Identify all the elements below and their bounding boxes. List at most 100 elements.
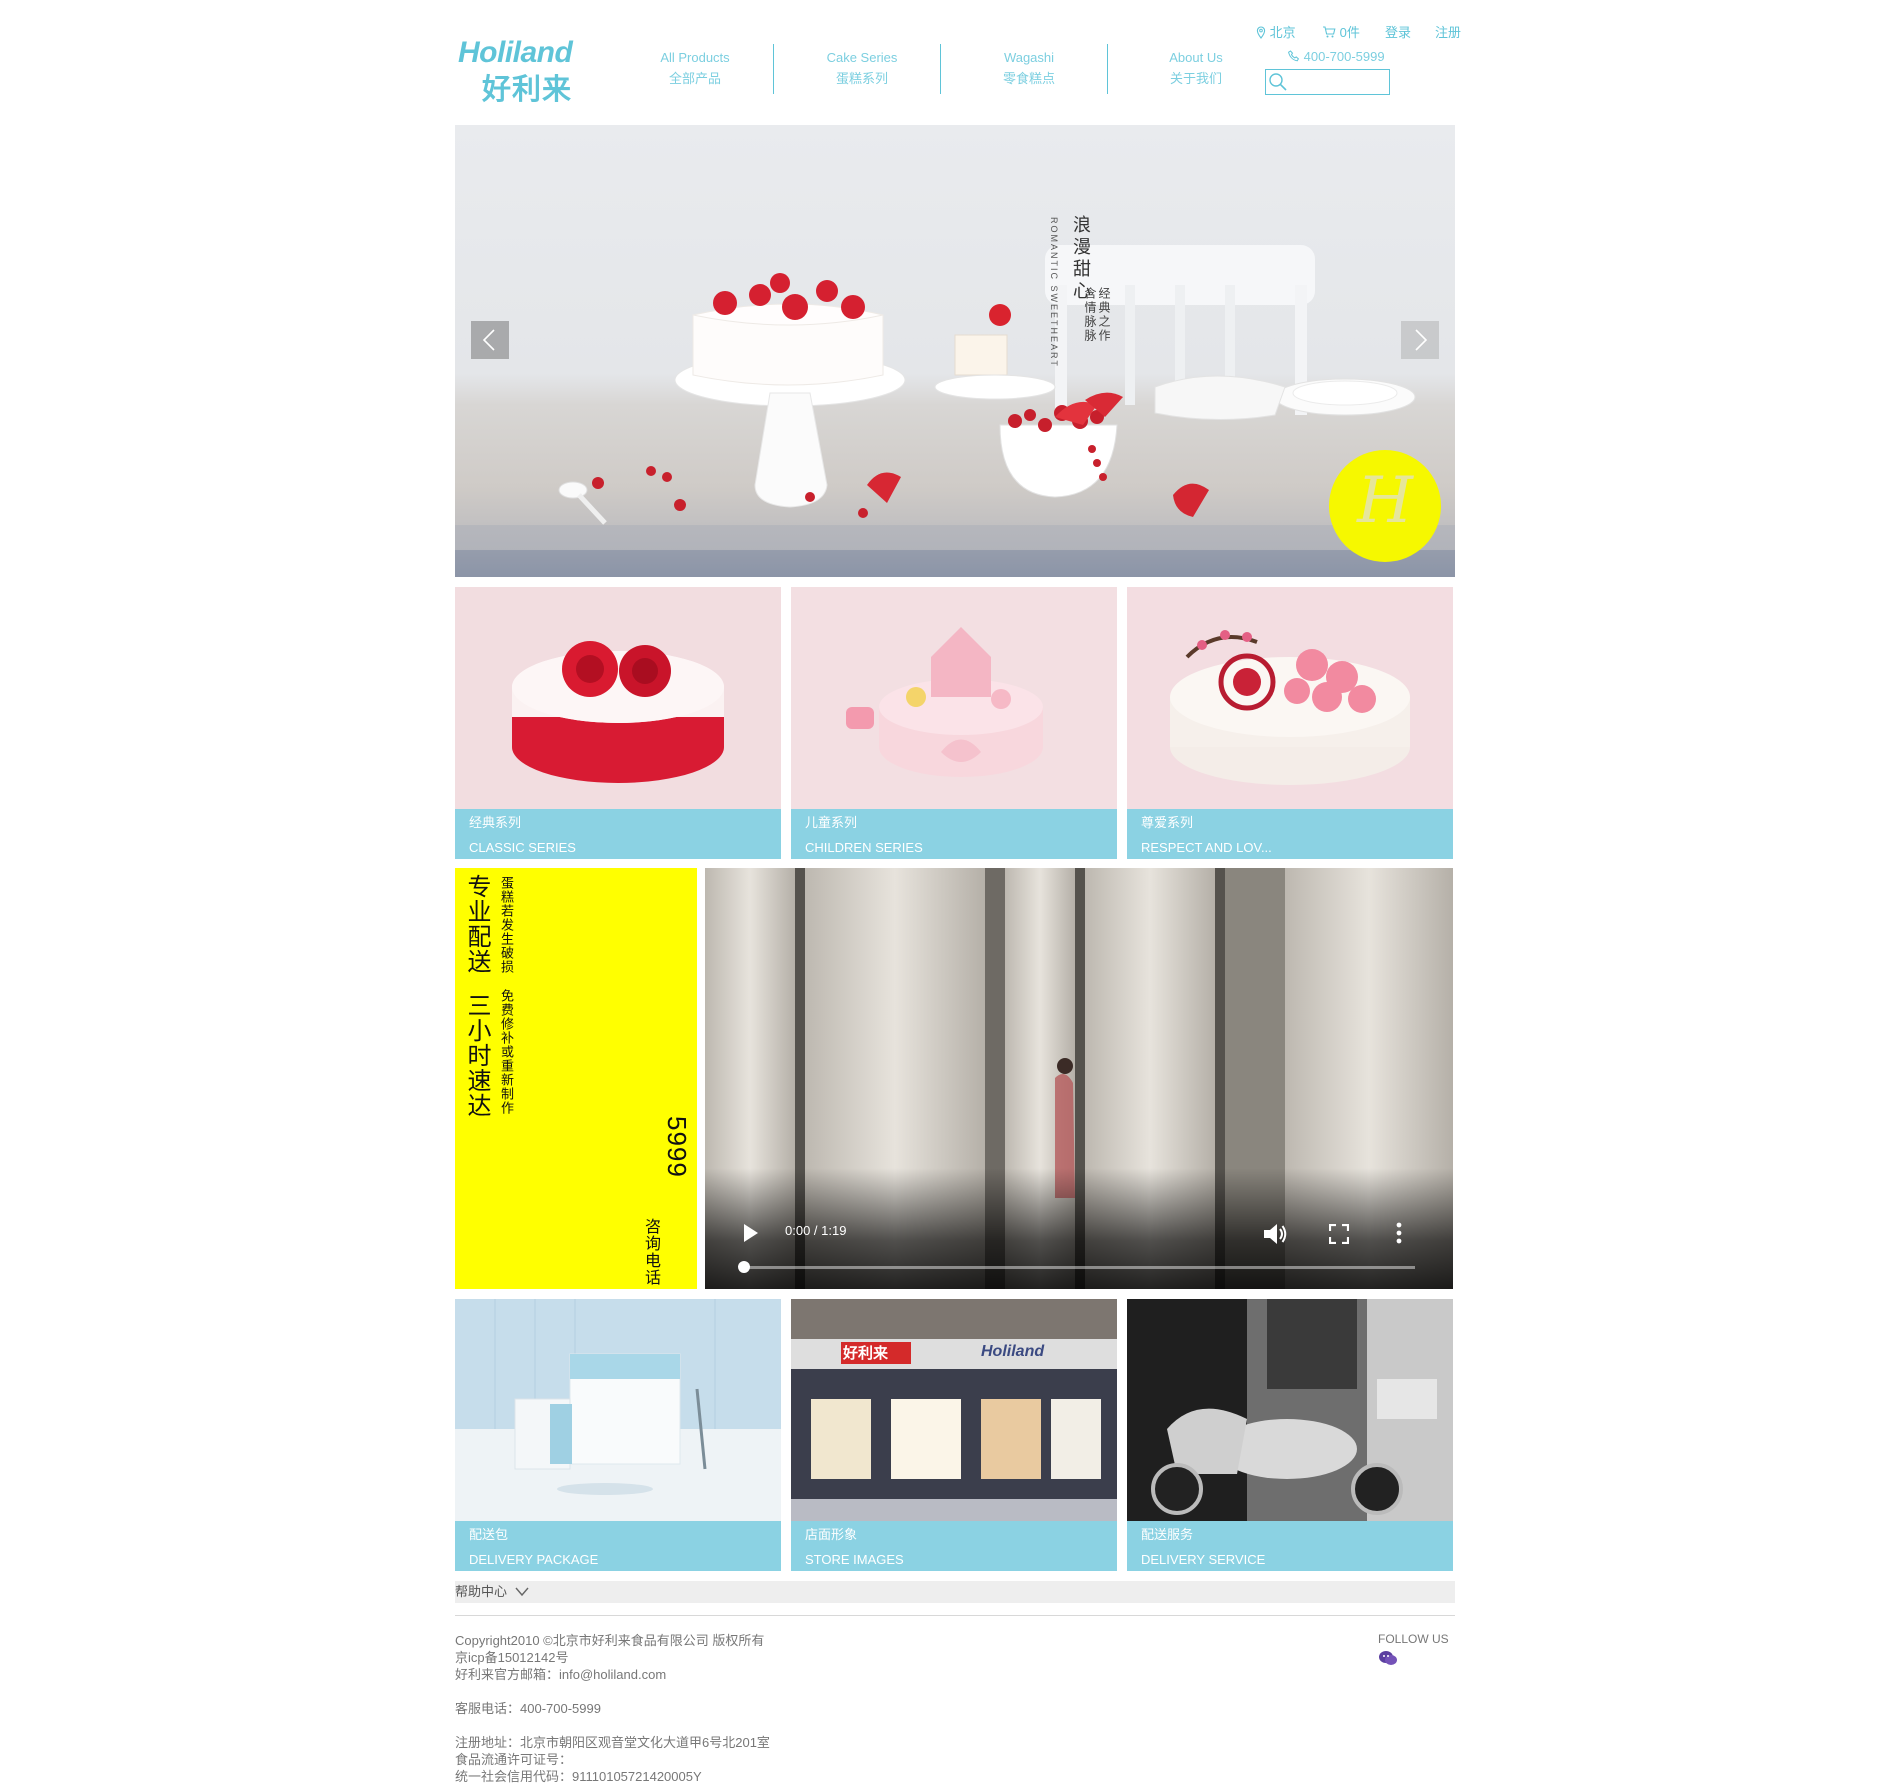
nav-item-about-us[interactable]: About Us 关于我们 xyxy=(1113,44,1279,94)
delivery-promo: 专业配送 三小时速达 蛋糕若发生破损 免费修补或重新制作 400-700-599… xyxy=(455,868,697,1289)
hero-cake-illustration xyxy=(455,273,1455,577)
footer-address: 注册地址：北京市朝阳区观音堂文化大道甲6号北201室 xyxy=(455,1735,770,1750)
hero-banner[interactable]: 浪漫甜心 经典之作 含情脉脉 ROMANTIC SWEETHEART H xyxy=(455,125,1455,577)
service-card-delivery-package[interactable]: 配送包 DELIVERY PACKAGE xyxy=(455,1299,781,1571)
chevron-left-icon xyxy=(482,329,495,351)
chevron-right-icon xyxy=(1415,329,1428,351)
follow-us-label: FOLLOW US xyxy=(1378,1632,1449,1646)
product-card-respect[interactable]: 尊爱系列 RESPECT AND LOV... xyxy=(1127,587,1453,859)
promo-phone: 400-700-5999 xyxy=(662,1116,697,1228)
cart-icon xyxy=(1323,26,1336,38)
volume-icon xyxy=(1264,1224,1287,1244)
nav-label-en: All Products xyxy=(660,50,730,65)
nav-item-all-products[interactable]: All Products 全部产品 xyxy=(612,44,778,94)
product-name-en: CLASSIC SERIES xyxy=(469,840,576,855)
location-icon xyxy=(1256,26,1266,39)
header-phone: 400-700-5999 xyxy=(1288,49,1385,64)
promo-note1: 蛋糕若发生破损 xyxy=(498,876,513,974)
promo-note: 蛋糕若发生破损 免费修补或重新制作 xyxy=(497,876,513,1115)
register-link[interactable]: 注册 xyxy=(1435,22,1461,41)
product-name-en: RESPECT AND LOV... xyxy=(1141,840,1272,855)
hero-subtitle-line2: 含情脉脉 xyxy=(1083,287,1097,343)
service-caption: 配送包 DELIVERY PACKAGE xyxy=(455,1521,781,1571)
header-phone-number: 400-700-5999 xyxy=(1303,49,1385,64)
login-link[interactable]: 登录 xyxy=(1385,22,1411,41)
service-card-delivery-service[interactable]: 配送服务 DELIVERY SERVICE xyxy=(1127,1299,1453,1571)
product-name-en: CHILDREN SERIES xyxy=(805,840,923,855)
more-options-button[interactable] xyxy=(1395,1222,1403,1249)
nav-label-cn: 全部产品 xyxy=(668,71,721,86)
product-caption: 尊爱系列 RESPECT AND LOV... xyxy=(1127,809,1453,859)
hero-prev-button[interactable] xyxy=(471,321,509,359)
footer-copyright: Copyright2010 ©北京市好利来食品有限公司 版权所有 xyxy=(455,1633,765,1648)
footer-service-phone: 客服电话：400-700-5999 xyxy=(455,1701,601,1716)
respect-cake-illustration xyxy=(1170,630,1410,785)
service-name-en: STORE IMAGES xyxy=(805,1552,904,1567)
nav-label-cn: 关于我们 xyxy=(1169,71,1222,86)
hero-subtitle: 经典之作 含情脉脉 xyxy=(1083,287,1111,343)
product-name-cn: 儿童系列 xyxy=(805,815,858,830)
video-progress-bar[interactable] xyxy=(743,1266,1415,1269)
service-name-en: DELIVERY PACKAGE xyxy=(469,1552,599,1567)
footer-spacer xyxy=(455,1683,770,1700)
service-image: 好利来 Holiland xyxy=(791,1299,1117,1521)
nav-label-cn: 零食糕点 xyxy=(1002,71,1055,86)
footer-info: Copyright2010 ©北京市好利来食品有限公司 版权所有 京icp备15… xyxy=(455,1632,770,1785)
product-name-cn: 经典系列 xyxy=(469,815,522,830)
more-icon xyxy=(1396,1222,1402,1244)
phone-icon xyxy=(1288,50,1300,62)
cart-link[interactable]: 0件 xyxy=(1322,22,1360,41)
promo-phone-label: 咨询电话 xyxy=(642,1218,661,1286)
hero-title-en: ROMANTIC SWEETHEART xyxy=(1049,217,1059,368)
fullscreen-icon xyxy=(1328,1223,1350,1245)
nav-divider xyxy=(1107,44,1108,94)
search-icon xyxy=(1269,73,1287,91)
promo-line2: 三小时速达 xyxy=(463,992,491,1118)
footer-credit-code: 统一社会信用代码：91110105721420005Y xyxy=(455,1769,702,1784)
service-image xyxy=(455,1299,781,1521)
product-image xyxy=(455,587,781,809)
volume-button[interactable] xyxy=(1263,1223,1289,1250)
fullscreen-button[interactable] xyxy=(1328,1223,1350,1249)
hero-badge-letter: H xyxy=(1357,464,1413,538)
service-image xyxy=(1127,1299,1453,1521)
video-player[interactable]: 0:00 / 1:19 xyxy=(705,868,1453,1289)
nav-label-en: About Us xyxy=(1169,50,1223,65)
play-button[interactable] xyxy=(743,1223,759,1248)
nav-divider xyxy=(773,44,774,94)
store-sign-cn: 好利来 xyxy=(843,1344,889,1362)
wechat-link[interactable] xyxy=(1378,1650,1398,1671)
hero-badge: H xyxy=(1329,450,1441,562)
top-links: 北京 0件 登录 注册 xyxy=(0,22,1884,42)
promo-note2: 免费修补或重新制作 xyxy=(498,989,513,1116)
nav-item-cake-series[interactable]: Cake Series 蛋糕系列 xyxy=(779,44,945,94)
nav-label-en: Cake Series xyxy=(826,50,898,65)
footer-icp: 京icp备15012142号 xyxy=(455,1650,569,1665)
product-card-children[interactable]: 儿童系列 CHILDREN SERIES xyxy=(791,587,1117,859)
video-progress-handle[interactable] xyxy=(738,1261,750,1273)
service-card-store-images[interactable]: 好利来 Holiland 店面形象 STORE IMAGES xyxy=(791,1299,1117,1571)
store-front-illustration xyxy=(791,1299,1117,1521)
help-center-label: 帮助中心 xyxy=(455,1584,508,1599)
product-image xyxy=(1127,587,1453,809)
hero-next-button[interactable] xyxy=(1401,321,1439,359)
search-input[interactable] xyxy=(1265,69,1390,95)
service-name-cn: 配送包 xyxy=(469,1527,509,1542)
footer-spacer xyxy=(455,1717,770,1734)
store-sign-en: Holiland xyxy=(981,1343,1045,1360)
nav-item-wagashi[interactable]: Wagashi 零食糕点 xyxy=(946,44,1112,94)
city-selector[interactable]: 北京 xyxy=(1256,22,1296,41)
city-label: 北京 xyxy=(1269,25,1296,40)
hero-subtitle-line1: 经典之作 xyxy=(1097,287,1111,343)
service-caption: 配送服务 DELIVERY SERVICE xyxy=(1127,1521,1453,1571)
footer-food-license: 食品流通许可证号： xyxy=(455,1752,573,1767)
delivery-package-illustration xyxy=(455,1299,781,1521)
main-nav: All Products 全部产品 Cake Series 蛋糕系列 Wagas… xyxy=(0,44,1884,94)
video-time: 0:00 / 1:19 xyxy=(785,1223,847,1238)
help-center-toggle[interactable]: 帮助中心 xyxy=(455,1581,1455,1603)
service-name-cn: 店面形象 xyxy=(805,1527,858,1542)
product-card-classic[interactable]: 经典系列 CLASSIC SERIES xyxy=(455,587,781,859)
nav-divider xyxy=(940,44,941,94)
footer-divider xyxy=(455,1615,1455,1616)
play-icon xyxy=(744,1224,758,1242)
